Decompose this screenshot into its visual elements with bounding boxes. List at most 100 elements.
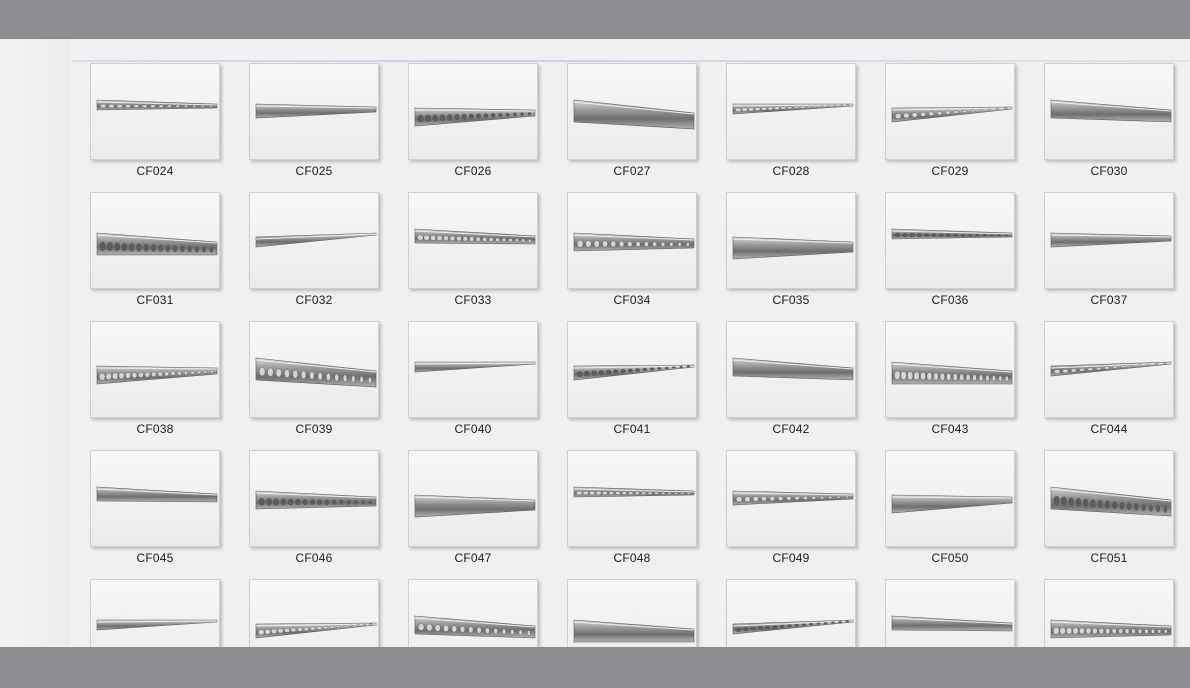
- file-name-label[interactable]: CF035: [726, 293, 856, 307]
- moulding-thumbnail-icon[interactable]: [567, 579, 697, 647]
- moulding-thumbnail-icon[interactable]: [1044, 63, 1174, 160]
- moulding-thumbnail-icon[interactable]: [567, 192, 697, 289]
- file-item[interactable]: CF047: [408, 450, 538, 574]
- file-browser-view[interactable]: CF024 CF025 CF026 CF027 CF028 CF029 CF030 CF031…: [0, 39, 1190, 647]
- file-name-label[interactable]: CF039: [249, 422, 379, 436]
- moulding-thumbnail-icon[interactable]: [408, 63, 538, 160]
- file-item[interactable]: CF034: [567, 192, 697, 316]
- file-item[interactable]: CF049: [726, 450, 856, 574]
- file-name-label[interactable]: CF047: [408, 551, 538, 565]
- file-item[interactable]: [408, 579, 538, 647]
- file-item[interactable]: CF032: [249, 192, 379, 316]
- moulding-thumbnail-icon[interactable]: [90, 450, 220, 547]
- moulding-thumbnail-icon[interactable]: [90, 579, 220, 647]
- file-item[interactable]: CF025: [249, 63, 379, 187]
- file-item[interactable]: CF039: [249, 321, 379, 445]
- file-item[interactable]: CF040: [408, 321, 538, 445]
- file-name-label[interactable]: CF024: [90, 164, 220, 178]
- file-name-label[interactable]: CF026: [408, 164, 538, 178]
- file-item[interactable]: CF035: [726, 192, 856, 316]
- moulding-profile-icon: [96, 99, 218, 111]
- moulding-thumbnail-icon[interactable]: [90, 63, 220, 160]
- moulding-thumbnail-icon[interactable]: [567, 450, 697, 547]
- moulding-thumbnail-icon[interactable]: [249, 579, 379, 647]
- moulding-thumbnail-icon[interactable]: [249, 321, 379, 418]
- moulding-thumbnail-icon[interactable]: [90, 192, 220, 289]
- moulding-thumbnail-icon[interactable]: [408, 579, 538, 647]
- file-name-label[interactable]: CF028: [726, 164, 856, 178]
- moulding-thumbnail-icon[interactable]: [408, 450, 538, 547]
- file-name-label[interactable]: CF043: [885, 422, 1015, 436]
- file-item[interactable]: CF045: [90, 450, 220, 574]
- file-item[interactable]: CF043: [885, 321, 1015, 445]
- moulding-thumbnail-icon[interactable]: [1044, 579, 1174, 647]
- moulding-thumbnail-icon[interactable]: [249, 450, 379, 547]
- moulding-thumbnail-icon[interactable]: [885, 450, 1015, 547]
- file-item[interactable]: CF051: [1044, 450, 1174, 574]
- file-item[interactable]: [885, 579, 1015, 647]
- file-item[interactable]: [1044, 579, 1174, 647]
- file-name-label[interactable]: CF027: [567, 164, 697, 178]
- moulding-thumbnail-icon[interactable]: [885, 321, 1015, 418]
- file-item[interactable]: [249, 579, 379, 647]
- moulding-thumbnail-icon[interactable]: [408, 192, 538, 289]
- file-item[interactable]: CF041: [567, 321, 697, 445]
- file-name-label[interactable]: CF041: [567, 422, 697, 436]
- file-item[interactable]: CF046: [249, 450, 379, 574]
- file-name-label[interactable]: CF031: [90, 293, 220, 307]
- file-item[interactable]: CF028: [726, 63, 856, 187]
- file-item[interactable]: CF044: [1044, 321, 1174, 445]
- moulding-thumbnail-icon[interactable]: [567, 321, 697, 418]
- file-name-label[interactable]: CF029: [885, 164, 1015, 178]
- file-item[interactable]: CF026: [408, 63, 538, 187]
- moulding-thumbnail-icon[interactable]: [726, 63, 856, 160]
- file-item[interactable]: CF037: [1044, 192, 1174, 316]
- moulding-thumbnail-icon[interactable]: [408, 321, 538, 418]
- file-name-label[interactable]: CF044: [1044, 422, 1174, 436]
- moulding-thumbnail-icon[interactable]: [726, 321, 856, 418]
- moulding-thumbnail-icon[interactable]: [1044, 192, 1174, 289]
- file-name-label[interactable]: CF038: [90, 422, 220, 436]
- file-name-label[interactable]: CF048: [567, 551, 697, 565]
- file-name-label[interactable]: CF030: [1044, 164, 1174, 178]
- moulding-thumbnail-icon[interactable]: [885, 63, 1015, 160]
- moulding-thumbnail-icon[interactable]: [1044, 450, 1174, 547]
- file-name-label[interactable]: CF036: [885, 293, 1015, 307]
- file-item[interactable]: CF050: [885, 450, 1015, 574]
- file-name-label[interactable]: CF046: [249, 551, 379, 565]
- file-item[interactable]: CF024: [90, 63, 220, 187]
- file-name-label[interactable]: CF025: [249, 164, 379, 178]
- file-name-label[interactable]: CF049: [726, 551, 856, 565]
- moulding-thumbnail-icon[interactable]: [249, 192, 379, 289]
- file-name-label[interactable]: CF034: [567, 293, 697, 307]
- moulding-thumbnail-icon[interactable]: [567, 63, 697, 160]
- file-name-label[interactable]: CF045: [90, 551, 220, 565]
- file-item[interactable]: [90, 579, 220, 647]
- file-item[interactable]: CF042: [726, 321, 856, 445]
- file-name-label[interactable]: CF040: [408, 422, 538, 436]
- file-name-label[interactable]: CF051: [1044, 551, 1174, 565]
- file-name-label[interactable]: CF050: [885, 551, 1015, 565]
- file-item[interactable]: CF030: [1044, 63, 1174, 187]
- moulding-thumbnail-icon[interactable]: [726, 450, 856, 547]
- moulding-thumbnail-icon[interactable]: [726, 579, 856, 647]
- file-item[interactable]: CF029: [885, 63, 1015, 187]
- moulding-thumbnail-icon[interactable]: [885, 192, 1015, 289]
- moulding-thumbnail-icon[interactable]: [885, 579, 1015, 647]
- file-item[interactable]: CF033: [408, 192, 538, 316]
- file-name-label[interactable]: CF032: [249, 293, 379, 307]
- file-item[interactable]: CF027: [567, 63, 697, 187]
- file-name-label[interactable]: CF042: [726, 422, 856, 436]
- moulding-thumbnail-icon[interactable]: [726, 192, 856, 289]
- file-item[interactable]: [567, 579, 697, 647]
- file-item[interactable]: CF031: [90, 192, 220, 316]
- file-item[interactable]: [726, 579, 856, 647]
- moulding-thumbnail-icon[interactable]: [249, 63, 379, 160]
- file-item[interactable]: CF036: [885, 192, 1015, 316]
- moulding-thumbnail-icon[interactable]: [90, 321, 220, 418]
- moulding-thumbnail-icon[interactable]: [1044, 321, 1174, 418]
- file-name-label[interactable]: CF037: [1044, 293, 1174, 307]
- file-item[interactable]: CF048: [567, 450, 697, 574]
- file-name-label[interactable]: CF033: [408, 293, 538, 307]
- file-item[interactable]: CF038: [90, 321, 220, 445]
